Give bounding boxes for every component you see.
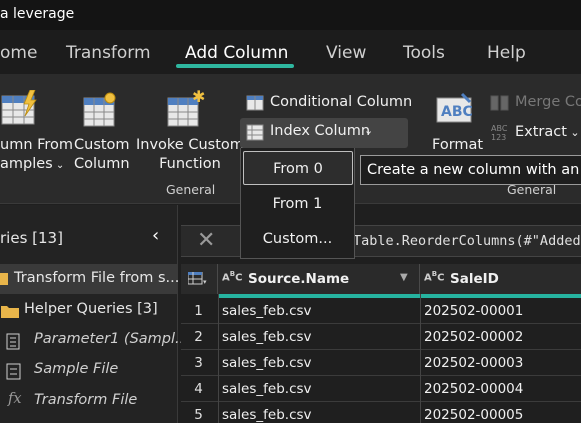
column-divider	[218, 294, 219, 423]
title-bar: a leverage	[0, 0, 581, 30]
text-type-icon: ABC	[424, 270, 445, 284]
index-column-button[interactable]: Index Column ⌄	[240, 118, 408, 148]
column-header-label: SaleID	[450, 271, 499, 287]
menu-item-custom[interactable]: Custom...	[241, 231, 354, 247]
extract-button[interactable]: Extract ⌄	[515, 124, 580, 140]
column-header-saleid[interactable]: ABC SaleID	[420, 264, 581, 294]
query-item-parameter1[interactable]: Parameter1 (Sampl...	[0, 330, 189, 356]
query-label: Helper Queries [3]	[24, 301, 158, 317]
format-button[interactable]: Format	[432, 136, 483, 155]
function-icon: fx	[8, 391, 22, 407]
index-column-label: Index Column	[270, 123, 371, 139]
row-number: 3	[194, 355, 203, 371]
query-label: Transform File from s...	[14, 270, 180, 286]
merge-columns-button[interactable]: Merge Co	[515, 94, 581, 110]
query-label: Parameter1 (Sampl...	[34, 331, 189, 347]
table-row[interactable]: 1 sales_feb.csv 202502-00001	[181, 298, 581, 324]
cell-source-name[interactable]: sales_feb.csv	[222, 407, 312, 423]
column-header-label: Source.Name	[248, 271, 350, 287]
tooltip: Create a new column with an index	[360, 155, 581, 185]
parameter-icon	[6, 333, 20, 350]
column-from-examples-icon	[1, 90, 37, 125]
cell-saleid[interactable]: 202502-00001	[424, 303, 523, 319]
chevron-down-icon: ⌄	[52, 160, 65, 171]
custom-column-label-2: Column	[74, 156, 130, 172]
tab-transform[interactable]: Transform	[66, 43, 151, 63]
query-item-sample-file[interactable]: Sample File	[0, 360, 178, 386]
query-item-transform-file[interactable]: fx Transform File	[0, 391, 178, 417]
queries-header: ries [13]	[0, 229, 63, 247]
table-row[interactable]: 2 sales_feb.csv 202502-00002	[181, 324, 581, 350]
column-from-examples-label-1: umn From	[0, 137, 74, 153]
tab-help[interactable]: Help	[487, 43, 526, 63]
cell-source-name[interactable]: sales_feb.csv	[222, 355, 312, 371]
svg-text:✱: ✱	[192, 90, 205, 106]
format-icon: ABC	[436, 92, 473, 123]
query-item-transform-file-from[interactable]: Transform File from s...	[0, 264, 180, 294]
invoke-custom-function-icon: ✱	[167, 90, 205, 127]
extract-icon: ABC 123	[491, 124, 508, 142]
custom-column-icon	[83, 92, 116, 127]
conditional-column-button[interactable]: Conditional Column	[270, 94, 412, 110]
index-column-icon	[246, 124, 264, 141]
conditional-column-icon	[246, 95, 264, 111]
chevron-down-icon: ⌄	[566, 126, 580, 139]
sample-file-icon	[6, 363, 21, 380]
active-tab-indicator	[176, 64, 294, 68]
menu-item-from-0[interactable]: From 0	[243, 151, 353, 185]
custom-column-label-1: Custom	[74, 137, 130, 153]
svg-text:123: 123	[491, 133, 506, 142]
tab-view[interactable]: View	[326, 43, 366, 63]
window-title: a leverage	[0, 6, 75, 22]
svg-text:ABC: ABC	[491, 124, 508, 133]
row-number: 5	[194, 407, 203, 423]
text-type-icon: ABC	[222, 270, 243, 284]
tab-tools[interactable]: Tools	[403, 43, 445, 63]
tab-home[interactable]: ome	[0, 43, 37, 63]
cancel-formula-icon[interactable]: ✕	[197, 228, 215, 253]
cell-saleid[interactable]: 202502-00004	[424, 381, 523, 397]
column-from-examples-label-2: amples	[0, 156, 53, 172]
filter-dropdown-icon[interactable]: ▼	[400, 272, 408, 283]
table-menu-button[interactable]: ▾	[181, 264, 218, 294]
svg-text:ABC: ABC	[441, 104, 473, 120]
column-header-source-name[interactable]: ABC Source.Name ▼	[218, 264, 420, 294]
folder-icon	[0, 273, 8, 285]
column-from-examples-button[interactable]: umn From amples ⌄	[0, 136, 73, 175]
invoke-custom-function-button[interactable]: Invoke Custom Function	[136, 136, 244, 174]
menu-item-from-1[interactable]: From 1	[241, 196, 354, 212]
tab-add-column[interactable]: Add Column	[185, 43, 288, 63]
extract-label: Extract	[515, 124, 567, 140]
query-item-helper-queries[interactable]: Helper Queries [3]	[0, 300, 178, 326]
queries-pane: ries [13] ‹ Transform File from s... Hel…	[0, 205, 189, 423]
row-number: 4	[194, 381, 203, 397]
formula-input[interactable]: Table.ReorderColumns(#"Added	[353, 233, 581, 249]
merge-columns-icon	[490, 95, 509, 111]
query-label: Transform File	[34, 392, 138, 408]
svg-text:▾: ▾	[203, 278, 207, 286]
index-column-dropdown: From 0 From 1 Custom...	[240, 148, 355, 259]
table-row[interactable]: 5 sales_feb.csv 202502-00005	[181, 402, 581, 423]
table-row[interactable]: 4 sales_feb.csv 202502-00004	[181, 376, 581, 402]
row-number: 2	[194, 329, 203, 345]
table-icon: ▾	[188, 272, 207, 286]
cell-saleid[interactable]: 202502-00002	[424, 329, 523, 345]
column-divider	[420, 294, 421, 423]
cell-saleid[interactable]: 202502-00003	[424, 355, 523, 371]
query-label: Sample File	[34, 361, 119, 377]
cell-saleid[interactable]: 202502-00005	[424, 407, 523, 423]
row-number: 1	[194, 303, 203, 319]
collapse-chevron-icon[interactable]: ‹	[152, 225, 159, 246]
cell-source-name[interactable]: sales_feb.csv	[222, 329, 312, 345]
cell-source-name[interactable]: sales_feb.csv	[222, 303, 312, 319]
invoke-custom-function-label-2: Function	[159, 156, 221, 172]
custom-column-button[interactable]: Custom Column	[74, 136, 130, 174]
folder-icon	[1, 306, 19, 318]
invoke-custom-function-label-1: Invoke Custom	[136, 137, 244, 153]
data-grid: ▾ ABC Source.Name ▼ ABC SaleID 1 sales_f…	[181, 264, 581, 423]
group-label-general: General	[166, 182, 216, 197]
table-row[interactable]: 3 sales_feb.csv 202502-00003	[181, 350, 581, 376]
chevron-down-icon: ⌄	[364, 124, 374, 137]
cell-source-name[interactable]: sales_feb.csv	[222, 381, 312, 397]
